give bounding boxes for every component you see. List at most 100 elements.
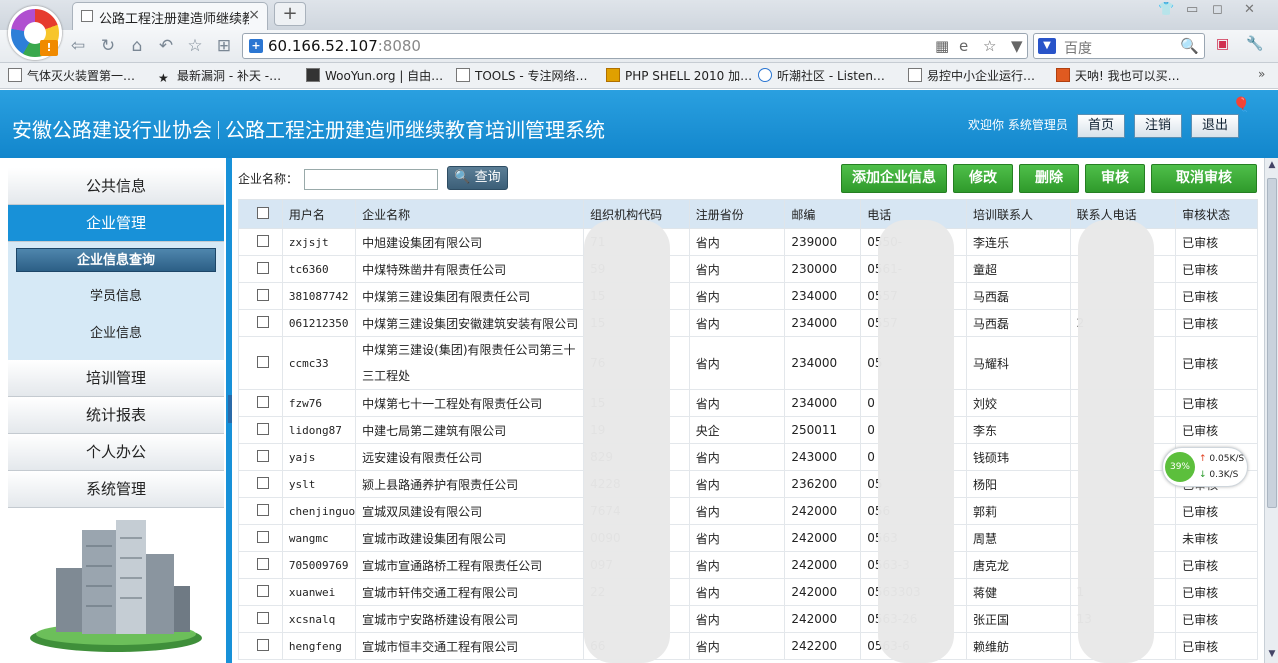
row-checkbox[interactable]: [257, 503, 269, 516]
scroll-down-icon[interactable]: ▼: [1267, 649, 1277, 661]
add-enterprise-button[interactable]: 添加企业信息: [841, 164, 947, 193]
cell-province: 省内: [688, 632, 786, 660]
sidebar-item-enterprise-info[interactable]: 企业信息: [8, 315, 224, 352]
row-checkbox[interactable]: [257, 638, 269, 651]
select-all-checkbox[interactable]: [257, 206, 269, 219]
search-engine-box[interactable]: ▼ 百度 🔍: [1033, 33, 1205, 59]
scroll-up-icon[interactable]: ▲: [1267, 160, 1277, 172]
col-status[interactable]: 审核状态: [1175, 199, 1258, 229]
skin-icon[interactable]: 👕: [1158, 2, 1174, 17]
bookmark-item[interactable]: 易控中小企业运行…: [908, 67, 1035, 84]
bookmarks-bar: 气体灭火装置第一… ★ 最新漏洞 - 补天 -… WooYun.org | 自由……: [0, 63, 1278, 89]
grid-icon[interactable]: ⊞: [214, 36, 234, 56]
content-scrollbar[interactable]: ▲ ▼: [1264, 158, 1278, 663]
scroll-thumb[interactable]: [1267, 178, 1277, 508]
row-checkbox[interactable]: [257, 611, 269, 624]
undo-icon[interactable]: ↶: [156, 36, 176, 56]
bookmark-item[interactable]: ★ 最新漏洞 - 补天 -…: [158, 67, 281, 85]
qrcode-icon[interactable]: ▦: [935, 37, 949, 55]
tab-close-icon[interactable]: ×: [248, 7, 260, 23]
sidebar-item-personal[interactable]: 个人办公: [8, 434, 224, 471]
minimize-icon[interactable]: ▭: [1186, 2, 1198, 17]
bookmarks-overflow-icon[interactable]: »: [1258, 67, 1265, 81]
bookmark-item[interactable]: 听潮社区 - Listen…: [758, 67, 885, 84]
home-button[interactable]: 首页: [1077, 114, 1126, 138]
url-dropdown-icon[interactable]: ▼: [1011, 37, 1023, 55]
row-checkbox[interactable]: [257, 584, 269, 597]
forward-icon[interactable]: ↻: [98, 36, 118, 56]
cell-company: 颍上县路通养护有限责任公司: [355, 470, 585, 498]
row-checkbox[interactable]: [257, 530, 269, 543]
bookmark-item[interactable]: TOOLS - 专注网络…: [456, 67, 587, 84]
row-select-cell: [238, 632, 283, 660]
cell-contact: 马西磊: [965, 309, 1071, 337]
col-zip[interactable]: 邮编: [784, 199, 862, 229]
cell-username: yajs: [281, 443, 357, 471]
row-select-cell: [238, 389, 283, 417]
row-checkbox[interactable]: [257, 261, 269, 274]
row-checkbox[interactable]: [257, 422, 269, 435]
ticket-icon[interactable]: ▣: [1216, 36, 1229, 56]
cell-username: 381087742: [281, 282, 357, 310]
edit-button[interactable]: 修改: [953, 164, 1013, 193]
new-tab-button[interactable]: +: [274, 2, 306, 26]
cell-contact: 刘姣: [965, 389, 1071, 417]
cell-contact: 张正国: [965, 605, 1071, 633]
compat-mode-icon[interactable]: e: [959, 37, 968, 55]
back-icon[interactable]: ⇦: [68, 36, 88, 56]
cell-status: 已审核: [1175, 336, 1258, 390]
search-icon[interactable]: 🔍: [1180, 37, 1199, 55]
sidebar-item-stats[interactable]: 统计报表: [8, 397, 224, 434]
row-checkbox[interactable]: [257, 288, 269, 301]
bookmark-item[interactable]: 天呐! 我也可以买…: [1056, 67, 1180, 84]
row-checkbox[interactable]: [257, 315, 269, 328]
main-content: 企业名称： 🔍 查询 添加企业信息 修改 删除 审核 取消审核 用户名 企业名称…: [232, 158, 1264, 663]
col-province[interactable]: 注册省份: [688, 199, 786, 229]
cell-company: 宣城双凤建设有限公司: [355, 497, 585, 525]
maximize-icon[interactable]: ◻: [1212, 2, 1223, 17]
col-contact[interactable]: 培训联系人: [965, 199, 1071, 229]
home-icon[interactable]: ⌂: [127, 36, 147, 56]
cell-username: yslt: [281, 470, 357, 498]
row-select-cell: [238, 309, 283, 337]
exit-button[interactable]: 退出: [1191, 114, 1240, 138]
bookmark-item[interactable]: 气体灭火装置第一…: [8, 67, 135, 84]
network-monitor[interactable]: 39% ↑ 0.05K/S ↓ 0.3K/S: [1162, 447, 1248, 487]
row-checkbox[interactable]: [257, 234, 269, 247]
row-checkbox[interactable]: [257, 476, 269, 489]
sidebar-item-enterprise-mgmt[interactable]: 企业管理: [8, 205, 224, 242]
browser-navbar: ⇦ ↻ ⌂ ↶ ☆ ⊞ + 60.166.52.107:8080 ▦ e ☆ ▼…: [0, 30, 1278, 63]
audit-button[interactable]: 审核: [1085, 164, 1145, 193]
cell-company: 中煤第三建设集团安徽建筑安装有限公司: [355, 309, 585, 337]
cell-contact: 马西磊: [965, 282, 1071, 310]
sidebar-item-public-info[interactable]: 公共信息: [8, 168, 224, 205]
bookmark-star-icon[interactable]: ☆: [983, 37, 996, 55]
favorite-icon[interactable]: ☆: [185, 36, 205, 56]
col-company[interactable]: 企业名称: [355, 199, 585, 229]
window-close-icon[interactable]: ✕: [1244, 2, 1255, 17]
sidebar-item-training-mgmt[interactable]: 培训管理: [8, 360, 224, 397]
logout-button[interactable]: 注销: [1134, 114, 1183, 138]
cell-company: 中煤第三建设集团有限责任公司: [355, 282, 585, 310]
query-button[interactable]: 🔍 查询: [447, 166, 508, 190]
row-checkbox[interactable]: [257, 395, 269, 408]
row-checkbox[interactable]: [257, 449, 269, 462]
sidebar-item-student-info[interactable]: 学员信息: [8, 278, 224, 315]
row-select-cell: [238, 282, 283, 310]
sidebar-item-system-mgmt[interactable]: 系统管理: [8, 471, 224, 508]
enterprise-name-input[interactable]: [304, 169, 438, 190]
cancel-audit-button[interactable]: 取消审核: [1151, 164, 1257, 193]
delete-button[interactable]: 删除: [1019, 164, 1079, 193]
browser-tab[interactable]: 公路工程注册建造师继续教 ×: [72, 2, 268, 30]
col-username[interactable]: 用户名: [281, 199, 357, 229]
sidebar-item-enterprise-query[interactable]: 企业信息查询: [16, 248, 216, 272]
row-checkbox[interactable]: [257, 557, 269, 570]
row-checkbox[interactable]: [257, 355, 269, 368]
bookmark-item[interactable]: WooYun.org | 自由…: [306, 67, 443, 84]
address-bar[interactable]: + 60.166.52.107:8080 ▦ e ☆ ▼: [242, 33, 1028, 59]
wrench-icon[interactable]: 🔧: [1246, 36, 1263, 56]
baidu-icon[interactable]: ▼: [1038, 38, 1056, 54]
cell-zip: 242000: [784, 605, 862, 633]
bookmark-item[interactable]: PHP SHELL 2010 加…: [606, 67, 752, 84]
download-arrow-icon: ↓: [1199, 470, 1207, 480]
